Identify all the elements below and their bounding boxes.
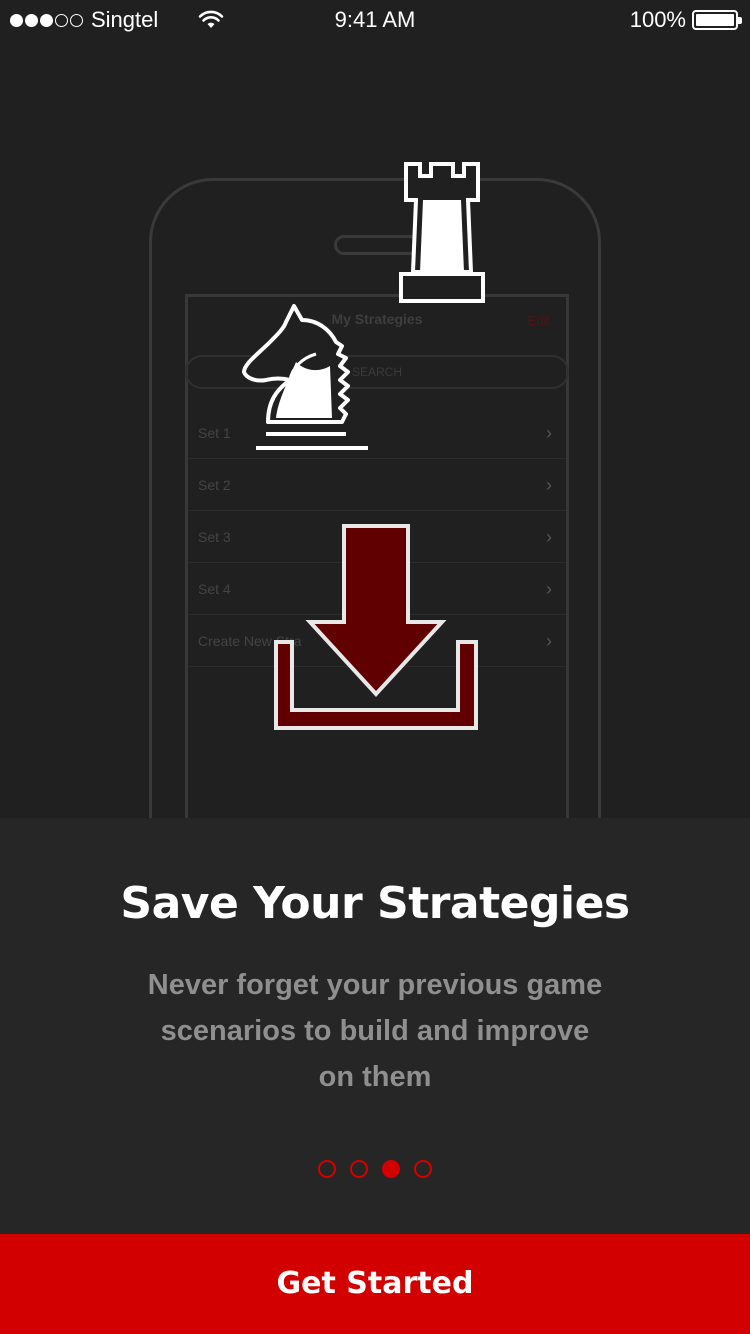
get-started-button[interactable]: Get Started [0, 1234, 750, 1334]
status-right: 100% [629, 7, 742, 33]
status-bar: Singtel 9:41 AM 100% [0, 0, 750, 40]
page-indicator [0, 1160, 750, 1178]
list-item-label: Set 3 [198, 529, 231, 545]
chevron-right-icon: › [546, 527, 552, 547]
list-item-label: Set 1 [198, 425, 231, 441]
chevron-right-icon: › [546, 423, 552, 443]
rook-icon [399, 162, 485, 303]
chevron-right-icon: › [546, 631, 552, 651]
chevron-right-icon: › [546, 475, 552, 495]
list-item-label: Set 2 [198, 477, 231, 493]
list-item: Set 2 › [188, 459, 566, 511]
onboarding-description: Never forget your previous game scenario… [147, 969, 603, 1093]
knight-icon [242, 304, 368, 450]
page-dot-2[interactable] [350, 1160, 368, 1178]
page-dot-1[interactable] [318, 1160, 336, 1178]
download-icon [274, 524, 478, 730]
onboarding-panel: Save Your Strategies Never forget your p… [0, 818, 750, 1234]
list-item-label: Set 4 [198, 581, 231, 597]
screen-edit-label: Edit [527, 313, 550, 328]
chevron-right-icon: › [546, 579, 552, 599]
onboarding-illustration: My Strategies Edit SEARCH Set 1 › Set 2 … [0, 40, 750, 818]
battery-percentage: 100% [629, 7, 686, 32]
page-dot-3-active[interactable] [382, 1160, 400, 1178]
onboarding-title: Save Your Strategies [120, 878, 630, 929]
page-dot-4[interactable] [414, 1160, 432, 1178]
battery-icon [692, 10, 742, 30]
